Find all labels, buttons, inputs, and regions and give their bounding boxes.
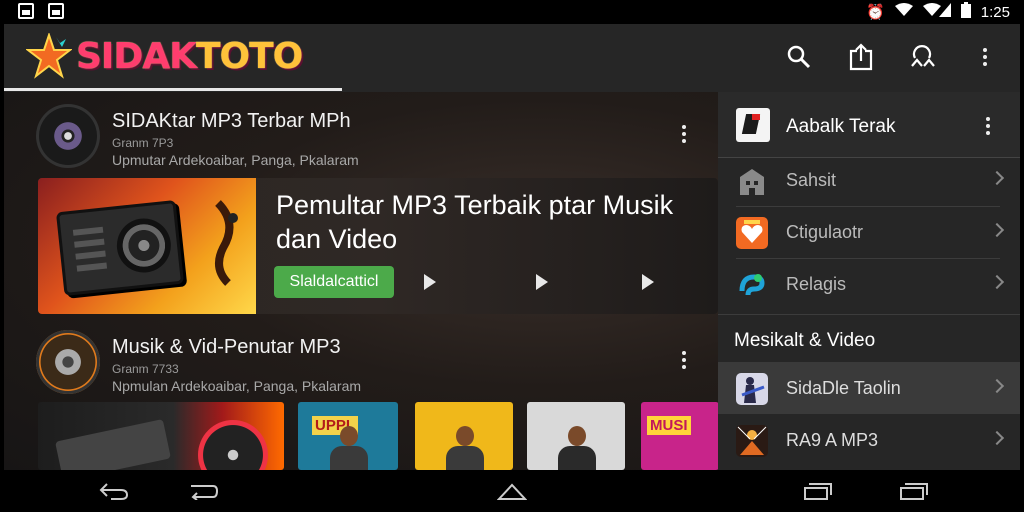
side-item-sidadle-taolin[interactable]: SidaDle Taolin	[718, 362, 1020, 414]
recent-apps-icon[interactable]	[802, 480, 834, 502]
list-item[interactable]: SIDAKtar MP3 Terbar MPh Granm 7P3 Upmuta…	[4, 94, 718, 172]
side-item-ra9-mp3[interactable]: RA9 A MP3	[718, 414, 1020, 466]
thumbnail-card[interactable]: UPPL	[298, 402, 398, 470]
section-heading: Mesikalt & Video	[734, 330, 876, 351]
speaker-image	[55, 419, 171, 470]
thumbnail-card[interactable]: MUSI	[641, 402, 719, 470]
heart-badge-icon	[736, 217, 768, 249]
side-item-label: Sahsit	[786, 170, 837, 190]
featured-card[interactable]: Pemultar MP3 Terbaik ptar Musik dan Vide…	[38, 178, 718, 314]
status-time: 1:25	[980, 4, 1010, 21]
side-item-label: SidaDle Taolin	[786, 378, 901, 398]
artist-image	[556, 426, 596, 470]
guitarist-icon	[736, 373, 768, 405]
list-item[interactable]: Musik & Vid-Penutar MP3 Granm 7733 Npmul…	[4, 320, 718, 398]
battery-icon	[960, 2, 971, 23]
artist-image	[328, 426, 368, 470]
app-badge-icon	[736, 108, 770, 142]
play-icon[interactable]	[536, 274, 548, 290]
alarm-icon: ⏰	[866, 3, 885, 21]
thumbnail-card[interactable]	[415, 402, 513, 470]
list-item-title: SIDAKtar MP3 Terbar MPh	[112, 110, 351, 132]
list-item-description: Npmulan Ardekoaibar, Panga, Pkalaram	[112, 378, 362, 394]
side-panel: Aabalk Terak Sahsit Ctigulaotr Relagis M…	[718, 92, 1020, 470]
featured-title: Pemultar MP3 Terbaik ptar Musik dan Vide…	[276, 190, 674, 254]
album-disc-icon	[36, 330, 100, 394]
app-logo[interactable]: SIDAKTOTO	[25, 30, 342, 82]
swirl-icon	[736, 269, 768, 301]
chevron-right-icon	[989, 274, 1005, 290]
chevron-right-icon	[989, 430, 1005, 446]
thumbnail-card[interactable]	[527, 402, 625, 470]
artist-image	[444, 426, 484, 470]
album-disc-icon	[36, 104, 100, 168]
side-panel-header[interactable]: Aabalk Terak	[718, 92, 1020, 158]
main-content: SIDAKtar MP3 Terbar MPh Granm 7P3 Upmuta…	[4, 92, 719, 470]
thumbnail-card[interactable]	[38, 402, 284, 470]
chevron-right-icon	[989, 378, 1005, 394]
list-item-description: Upmutar Ardekoaibar, Panga, Pkalaram	[112, 152, 359, 168]
speaker-artwork	[38, 178, 256, 314]
thumbnail-banner: MUSI	[647, 416, 691, 435]
gallery-notification-icon	[18, 3, 34, 19]
play-icon[interactable]	[642, 274, 654, 290]
wifi-icon	[894, 3, 913, 22]
vinyl-record-icon	[198, 420, 268, 470]
side-panel-title: Aabalk Terak	[786, 116, 896, 137]
list-item-subtitle: Granm 7P3	[112, 136, 174, 150]
featured-action-button[interactable]: Slaldalcatticl	[274, 266, 394, 298]
list-item-title: Musik & Vid-Penutar MP3	[112, 336, 341, 358]
divider	[718, 314, 1020, 315]
chevron-right-icon	[989, 170, 1005, 186]
undo-icon[interactable]	[188, 480, 220, 502]
play-icon[interactable]	[424, 274, 436, 290]
logo-text: SIDAKTOTO	[76, 35, 303, 77]
more-options-icon[interactable]	[966, 38, 1004, 76]
chevron-right-icon	[989, 222, 1005, 238]
side-item-sahsit[interactable]: Sahsit	[718, 154, 1020, 206]
item-more-icon[interactable]	[674, 346, 694, 374]
music-note-icon	[215, 200, 238, 286]
building-icon	[736, 165, 768, 197]
status-bar: ⏰ 1:25	[0, 0, 1024, 24]
list-item-subtitle: Granm 7733	[112, 362, 179, 376]
navigation-bar	[0, 470, 1024, 512]
side-item-relagis[interactable]: Relagis	[718, 258, 1020, 310]
logo-underline	[4, 88, 342, 91]
app-bar: SIDAKTOTO	[4, 24, 1020, 92]
side-item-label: RA9 A MP3	[786, 430, 879, 450]
app-window: SIDAKTOTO SIDAKtar MP3 Terbar MPh Granm …	[4, 24, 1020, 470]
item-more-icon[interactable]	[674, 120, 694, 148]
side-item-ctigulaotr[interactable]: Ctigulaotr	[718, 206, 1020, 258]
side-item-label: Ctigulaotr	[786, 222, 864, 242]
back-icon[interactable]	[98, 480, 130, 502]
side-item-label: Relagis	[786, 274, 847, 294]
star-logo-icon	[25, 31, 73, 79]
share-icon[interactable]	[842, 38, 880, 76]
cast-icon[interactable]	[904, 38, 942, 76]
concert-icon	[736, 425, 768, 457]
search-icon[interactable]	[780, 38, 818, 76]
signal-icon	[922, 3, 951, 22]
save-notification-icon	[48, 3, 64, 19]
panel-more-icon[interactable]	[978, 112, 998, 140]
logo-text-first: SIDAK	[76, 35, 197, 77]
logo-text-second: TOTO	[195, 35, 303, 77]
home-icon[interactable]	[496, 480, 528, 502]
speaker-image	[55, 199, 185, 297]
multiwindow-icon[interactable]	[898, 480, 930, 502]
